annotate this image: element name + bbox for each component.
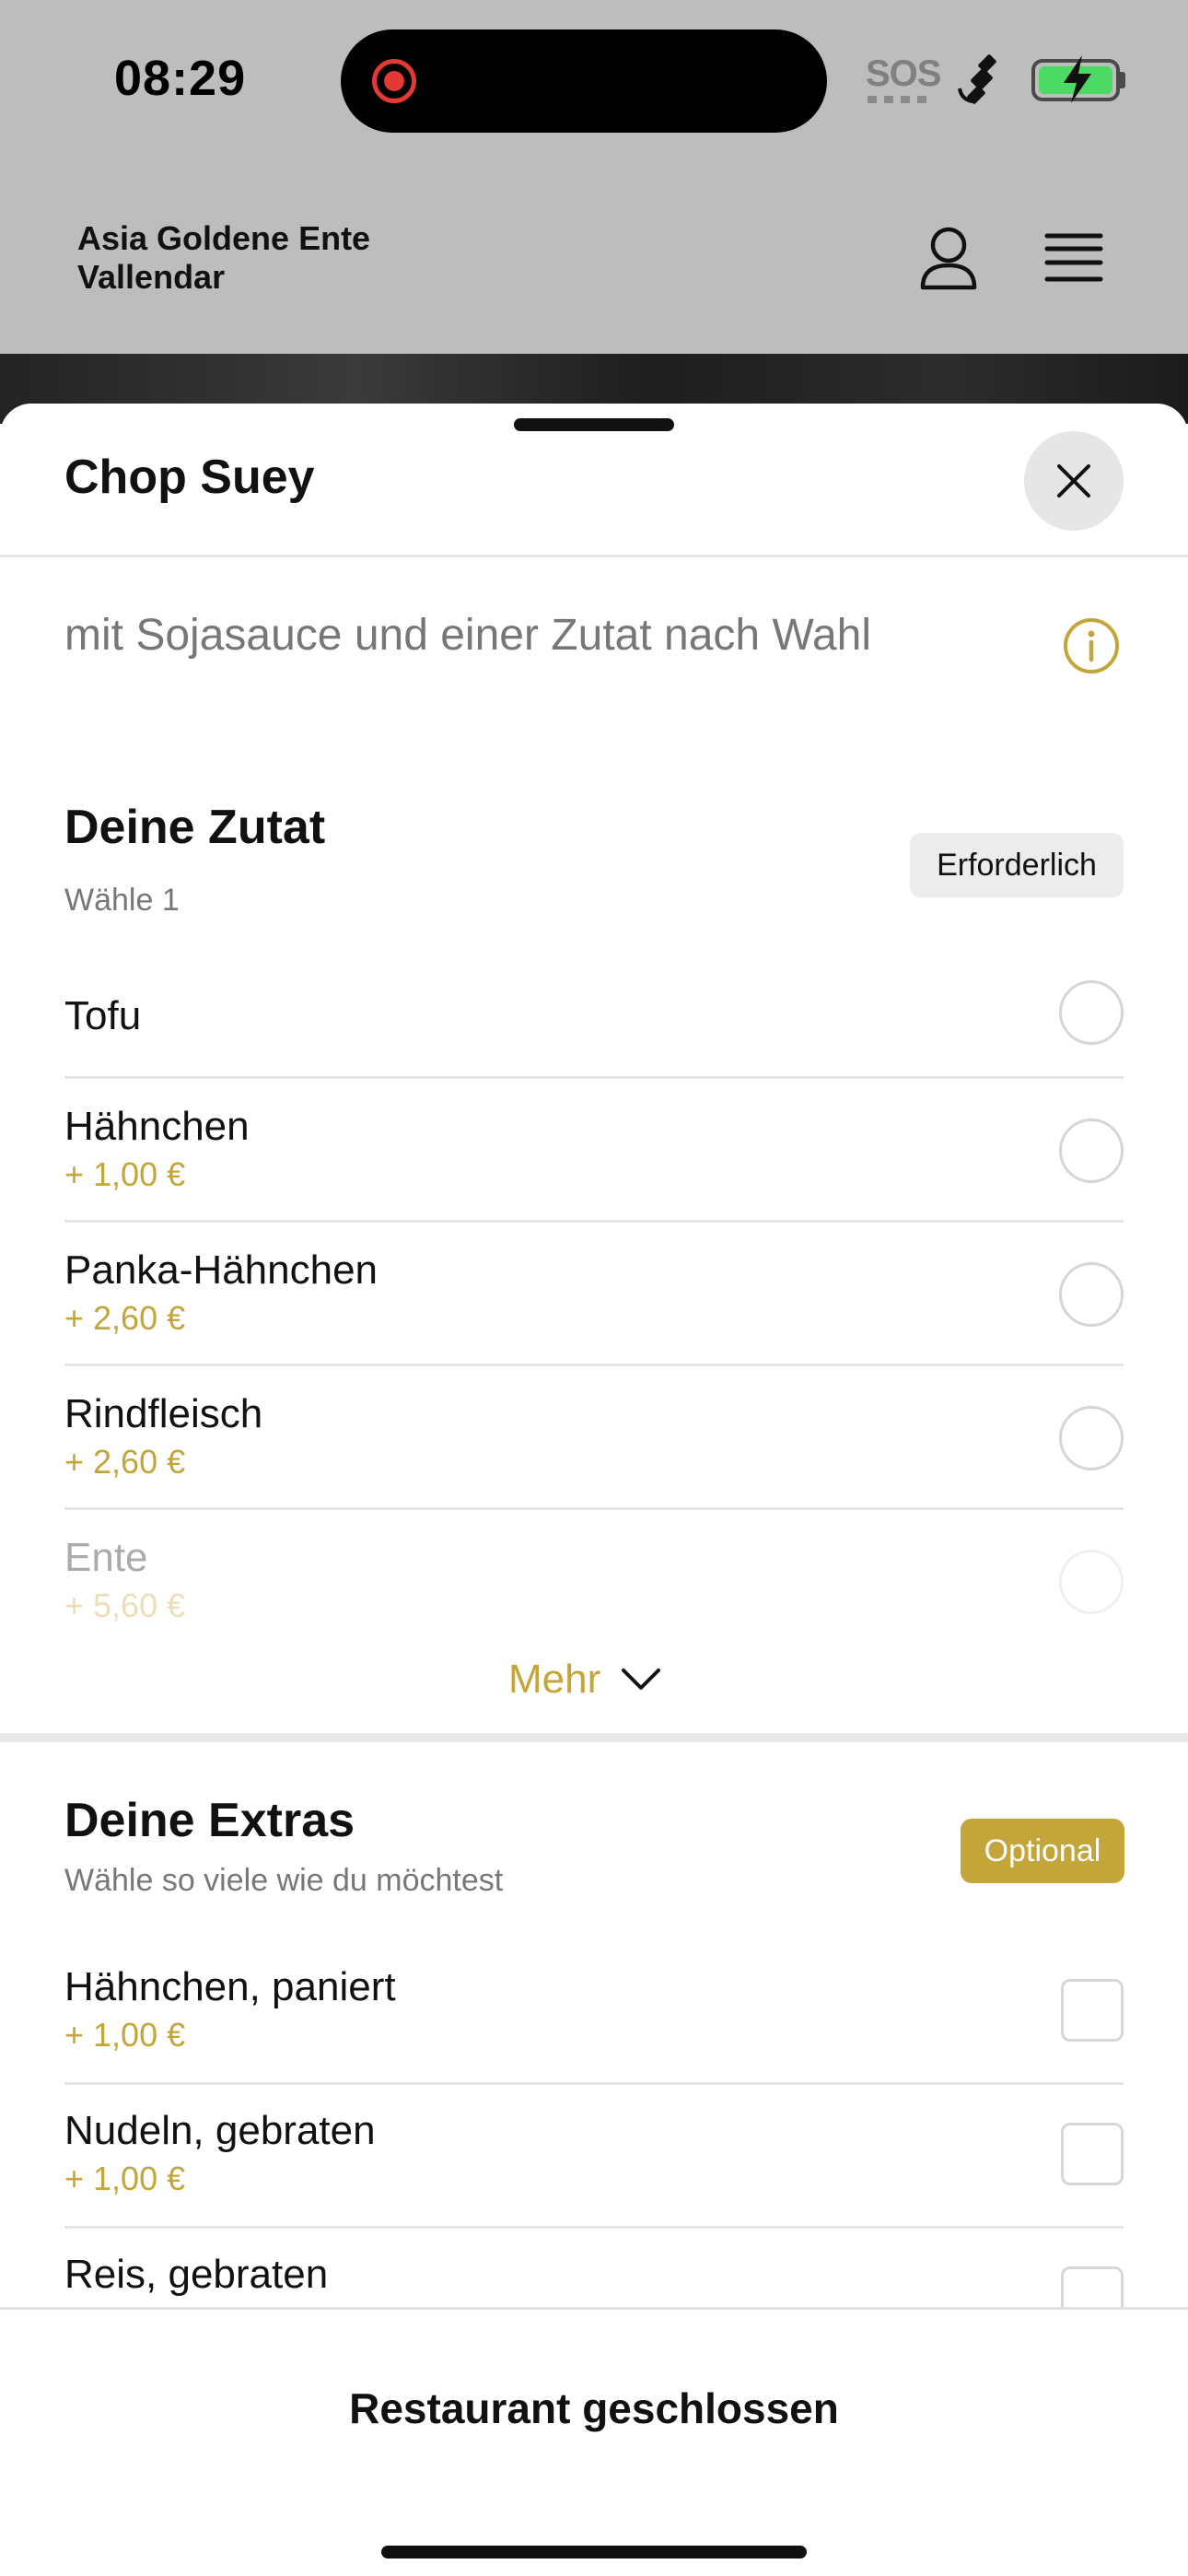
extras-section-title: Deine Extras: [64, 1794, 355, 1847]
option-divider: [64, 2082, 1124, 2085]
background-page: 08:29 SOS Asia Goldene Ente Vallendar: [0, 0, 1188, 424]
product-title: Chop Suey: [64, 451, 315, 504]
section-divider: [0, 1733, 1188, 1742]
sos-indicator: SOS: [866, 53, 941, 94]
option-divider: [64, 1364, 1124, 1366]
ingredient-option-ente[interactable]: Ente + 5,60 €: [64, 1535, 1124, 1645]
required-badge: Erforderlich: [910, 833, 1124, 897]
option-divider: [64, 1507, 1124, 1510]
chevron-down-icon: [622, 1669, 661, 1690]
radio-button[interactable]: [1059, 1262, 1124, 1327]
option-name: Reis, gebraten: [64, 2252, 329, 2297]
option-price: + 1,00 €: [64, 2160, 186, 2197]
checkbox[interactable]: [1061, 2123, 1124, 2185]
optional-badge: Optional: [961, 1819, 1124, 1883]
option-divider: [64, 1076, 1124, 1079]
option-name: Panka-Hähnchen: [64, 1247, 379, 1293]
battery-cap: [1120, 72, 1125, 88]
radio-button[interactable]: [1059, 1406, 1124, 1470]
close-button[interactable]: [1024, 431, 1124, 531]
satellite-icon: [958, 54, 996, 104]
ingredient-option-haehnchen[interactable]: Hähnchen + 1,00 €: [64, 1104, 1124, 1214]
radio-button[interactable]: [1059, 980, 1124, 1045]
divider: [0, 555, 1188, 557]
extra-option-haehnchen-paniert[interactable]: Hähnchen, paniert + 1,00 €: [64, 1964, 1124, 2075]
menu-icon[interactable]: [1044, 232, 1103, 284]
record-icon: [372, 59, 416, 103]
option-price: + 2,60 €: [64, 1443, 186, 1481]
status-bar: 08:29 SOS: [0, 0, 1188, 157]
user-icon[interactable]: [917, 225, 980, 291]
option-name: Ente: [64, 1535, 148, 1580]
ingredient-section-title: Deine Zutat: [64, 801, 326, 854]
radio-button[interactable]: [1059, 1550, 1124, 1614]
option-name: Nudeln, gebraten: [64, 2108, 376, 2153]
extra-option-nudeln-gebraten[interactable]: Nudeln, gebraten + 1,00 €: [64, 2108, 1124, 2219]
ingredient-option-rindfleisch[interactable]: Rindfleisch + 2,60 €: [64, 1391, 1124, 1502]
option-price: + 1,00 €: [64, 2016, 186, 2054]
restaurant-name-line2: Vallendar: [77, 258, 226, 296]
extras-section-subtitle: Wähle so viele wie du möchtest: [64, 1863, 504, 1898]
option-price: + 2,60 €: [64, 1299, 186, 1337]
more-button[interactable]: Mehr: [508, 1657, 661, 1703]
checkbox[interactable]: [1061, 1979, 1124, 2042]
dynamic-island: [341, 29, 827, 133]
ingredient-option-tofu[interactable]: Tofu: [64, 980, 1124, 1085]
status-time: 08:29: [114, 51, 247, 106]
footer-bar: Restaurant geschlossen: [0, 2307, 1188, 2576]
option-name: Hähnchen: [64, 1104, 250, 1149]
radio-button[interactable]: [1059, 1118, 1124, 1183]
close-icon: [1057, 464, 1090, 498]
product-description: mit Sojasauce und einer Zutat nach Wahl: [64, 611, 872, 660]
charging-bolt-icon: [1064, 55, 1091, 103]
home-indicator[interactable]: [381, 2546, 807, 2558]
option-name: Rindfleisch: [64, 1391, 263, 1436]
product-sheet: Chop Suey mit Sojasauce und einer Zutat …: [0, 404, 1188, 2576]
restaurant-closed-label: Restaurant geschlossen: [349, 2384, 839, 2432]
restaurant-name-line1: Asia Goldene Ente: [77, 219, 371, 257]
sheet-grabber[interactable]: [514, 418, 674, 431]
ingredient-section-subtitle: Wähle 1: [64, 883, 180, 918]
option-divider: [64, 2226, 1124, 2229]
option-price: + 5,60 €: [64, 1587, 186, 1624]
option-price: + 1,00 €: [64, 1155, 186, 1193]
option-name: Tofu: [64, 993, 142, 1038]
option-divider: [64, 1220, 1124, 1223]
ingredient-option-panka-haehnchen[interactable]: Panka-Hähnchen + 2,60 €: [64, 1247, 1124, 1358]
info-icon[interactable]: [1063, 617, 1120, 674]
option-name: Hähnchen, paniert: [64, 1964, 396, 2009]
signal-dots: [868, 96, 930, 103]
more-label: Mehr: [508, 1657, 601, 1702]
restaurant-name[interactable]: Asia Goldene Ente Vallendar: [77, 219, 370, 297]
